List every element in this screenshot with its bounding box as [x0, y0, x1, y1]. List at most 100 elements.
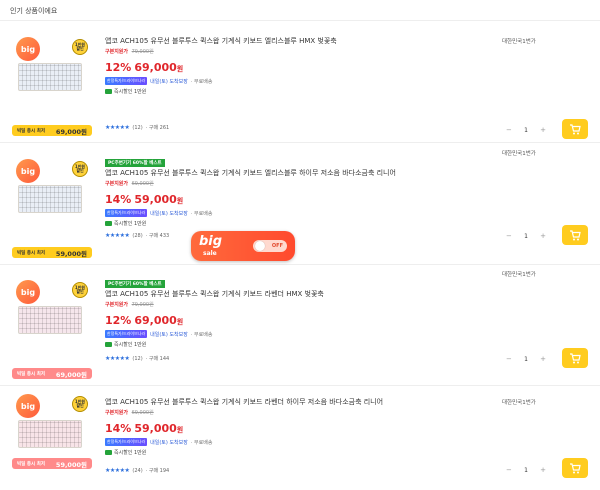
- seller-name[interactable]: 대한민국1번가: [502, 37, 536, 45]
- add-to-cart-button[interactable]: [562, 119, 588, 139]
- add-to-cart-button[interactable]: [562, 225, 588, 245]
- original-price: 79,000원: [131, 302, 154, 308]
- card-discount-row: 즉시할인 1만원: [105, 341, 465, 348]
- card-discount-row: 즉시할인 1만원: [105, 449, 465, 456]
- discount-rate: 12%: [105, 61, 132, 74]
- lowest-price-bar: 빅딜 총시 최저 59,000원: [12, 458, 92, 469]
- card-icon: [105, 342, 112, 347]
- increase-button[interactable]: +: [540, 466, 546, 474]
- coupon-label: 구본지원가: [105, 49, 129, 55]
- delivery-row: 한정특가/드라이브나라 내일(토) 도착보장 · 무료배송: [105, 209, 465, 217]
- product-thumbnail[interactable]: big 1만원 할인 빅딜 총시 최저 59,000원: [12, 394, 92, 474]
- cart-icon: [569, 459, 581, 478]
- product-card[interactable]: big 1만원 할인 빅딜 총시 최저 59,000원 앱코 ACH105 유무…: [0, 386, 600, 490]
- product-thumbnail[interactable]: big 1만원 할인 빅딜 총시 최저 69,000원: [12, 280, 92, 379]
- increase-button[interactable]: +: [540, 232, 546, 240]
- increase-button[interactable]: +: [540, 126, 546, 134]
- cart-icon: [569, 226, 581, 245]
- card-discount-row: 즉시할인 1만원: [105, 220, 465, 227]
- discount-rate: 14%: [105, 422, 132, 435]
- sale-price: 59,000: [134, 193, 177, 206]
- card-discount: 즉시할인 1만원: [114, 221, 147, 227]
- quantity-stepper: − 1 +: [506, 353, 546, 365]
- lowest-price-value: 59,000원: [55, 460, 87, 469]
- quantity-value[interactable]: 1: [524, 356, 528, 363]
- card-icon: [105, 450, 112, 455]
- product-thumbnail[interactable]: big 1만원 할인 빅딜 총시 최저 69,000원: [12, 37, 92, 136]
- seller-name[interactable]: 대한민국1번가: [502, 398, 536, 406]
- lowest-price-value: 59,000원: [55, 249, 87, 258]
- product-card[interactable]: big 1만원 할인 빅딜 총시 최저 69,000원 앱코 ACH105 유무…: [0, 21, 600, 143]
- lowest-price-value: 69,000원: [55, 370, 87, 379]
- add-to-cart-button[interactable]: [562, 458, 588, 478]
- currency: 원: [176, 197, 184, 205]
- keyboard-image: [18, 185, 82, 213]
- card-discount: 즉시할인 1만원: [114, 450, 147, 456]
- lowest-price-bar: 빅딜 총시 최저 69,000원: [12, 368, 92, 379]
- price-row: 12% 69,000원: [105, 309, 465, 328]
- free-shipping: · 무료배송: [190, 331, 213, 338]
- product-title[interactable]: 앱코 ACH105 유무선 블루투스 퀵스왑 기계식 키보드 엘리스블루 하이무…: [105, 169, 465, 178]
- coupon-label: 구본지원가: [105, 302, 129, 308]
- review-count: (12): [132, 124, 143, 131]
- decrease-button[interactable]: −: [506, 466, 512, 474]
- big-badge: big: [16, 280, 40, 304]
- cart-icon: [569, 120, 581, 139]
- star-rating: ★★★★★: [105, 124, 130, 131]
- free-shipping: · 무료배송: [190, 439, 213, 446]
- rating-row: ★★★★★ (24) · 구매 194: [105, 467, 169, 474]
- lowest-price-label: 빅딜 총시 최저: [17, 250, 45, 256]
- card-discount: 즉시할인 1만원: [114, 89, 147, 95]
- rating-row: ★★★★★ (12) · 구매 144: [105, 355, 169, 362]
- product-card[interactable]: big 1만원 할인 빅딜 총시 최저 69,000원 PC주변기기 60%할 …: [0, 264, 600, 386]
- quantity-value[interactable]: 1: [524, 467, 528, 474]
- banner-big-text: big: [199, 234, 223, 249]
- coupon-row: 구본지원가 79,000원: [105, 301, 465, 308]
- seller-name[interactable]: 대한민국1번가: [502, 149, 536, 157]
- discount-sticker: 1만원 할인: [72, 282, 88, 298]
- keyboard-image: [18, 306, 82, 334]
- product-info: 앱코 ACH105 유무선 블루투스 퀵스왑 기계식 키보드 엘리스블루 HMX…: [105, 37, 465, 95]
- currency: 원: [176, 65, 184, 73]
- product-card[interactable]: big 1만원 할인 빅딜 총시 최저 59,000원 PC주변기기 60%할 …: [0, 143, 600, 265]
- add-to-cart-button[interactable]: [562, 348, 588, 368]
- original-price: 69,000원: [131, 181, 154, 187]
- big-sale-switch[interactable]: OFF: [253, 240, 287, 252]
- seller-name[interactable]: 대한민국1번가: [502, 270, 536, 278]
- card-discount: 즉시할인 1만원: [114, 342, 147, 348]
- coupon-row: 구본지원가 69,000원: [105, 409, 465, 416]
- product-title[interactable]: 앱코 ACH105 유무선 블루투스 퀵스왑 기계식 키보드 라벤더 하이무 저…: [105, 398, 465, 407]
- product-title[interactable]: 앱코 ACH105 유무선 블루투스 퀵스왑 기계식 키보드 라벤더 HMX 벚…: [105, 290, 465, 299]
- card-icon: [105, 221, 112, 226]
- bestseller-tag: PC주변기기 60%할 베스트: [105, 280, 165, 288]
- increase-button[interactable]: +: [540, 355, 546, 363]
- decrease-button[interactable]: −: [506, 232, 512, 240]
- keyboard-image: [18, 420, 82, 448]
- decrease-button[interactable]: −: [506, 126, 512, 134]
- discount-sticker: 1만원 할인: [72, 396, 88, 412]
- original-price: 79,000원: [131, 49, 154, 55]
- product-thumbnail[interactable]: big 1만원 할인 빅딜 총시 최저 59,000원: [12, 159, 92, 258]
- big-sale-toggle-banner[interactable]: big sale OFF: [191, 231, 295, 261]
- free-shipping: · 무료배송: [190, 210, 213, 217]
- purchase-count: · 구매 194: [145, 468, 170, 474]
- product-info: PC주변기기 60%할 베스트 앱코 ACH105 유무선 블루투스 퀵스왑 기…: [105, 270, 465, 348]
- quantity-value[interactable]: 1: [524, 127, 528, 134]
- purchase-count: · 구매 144: [145, 356, 170, 362]
- switch-knob[interactable]: [255, 241, 265, 251]
- star-rating: ★★★★★: [105, 355, 130, 362]
- star-rating: ★★★★★: [105, 467, 130, 474]
- quantity-stepper: − 1 +: [506, 464, 546, 476]
- product-title[interactable]: 앱코 ACH105 유무선 블루투스 퀵스왑 기계식 키보드 엘리스블루 HMX…: [105, 37, 465, 46]
- quantity-value[interactable]: 1: [524, 233, 528, 240]
- section-title: 인기 상품이에요: [10, 7, 58, 15]
- banner-sale-text: sale: [203, 250, 217, 257]
- purchase-count: · 구매 261: [145, 125, 170, 131]
- decrease-button[interactable]: −: [506, 355, 512, 363]
- review-count: (28): [132, 232, 143, 239]
- currency: 원: [176, 318, 184, 326]
- discount-rate: 12%: [105, 314, 132, 327]
- lowest-price-value: 69,000원: [55, 127, 87, 136]
- original-price: 69,000원: [131, 410, 154, 416]
- quantity-stepper: − 1 +: [506, 230, 546, 242]
